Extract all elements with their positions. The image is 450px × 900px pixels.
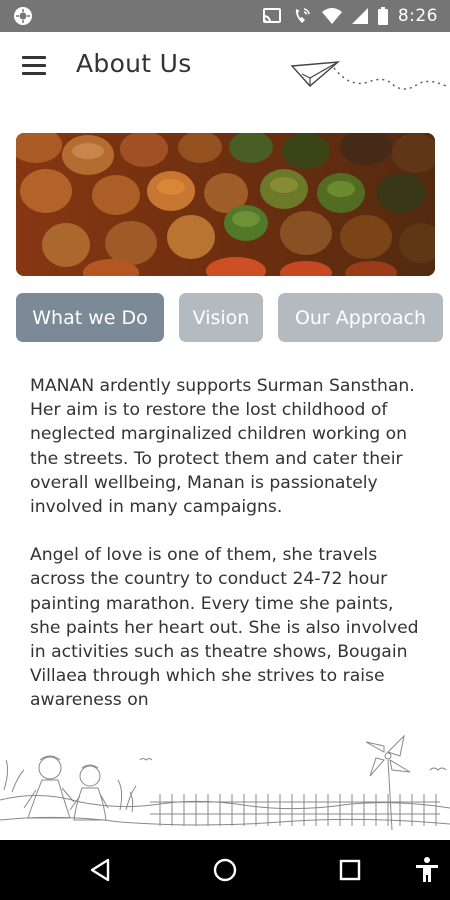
status-bar: 8:26 (0, 0, 450, 32)
content-paragraph: Angel of love is one of them, she travel… (30, 545, 419, 711)
paper-plane-icon (290, 61, 447, 90)
wifi-calling-icon (295, 8, 310, 23)
cast-icon (262, 8, 281, 23)
tab-bar: What we Do Vision Our Approach (0, 293, 450, 343)
paint-jars-image (16, 133, 435, 276)
tab-what-we-do[interactable]: What we Do (16, 293, 164, 342)
accessibility-icon[interactable] (412, 855, 442, 885)
back-icon[interactable] (86, 855, 116, 885)
settings-icon (14, 7, 32, 25)
recents-icon[interactable] (335, 855, 365, 885)
about-content: MANAN ardently supports Surman Sansthan.… (30, 374, 425, 726)
tab-vision[interactable]: Vision (179, 293, 263, 342)
signal-icon (351, 8, 368, 24)
wifi-icon (321, 8, 342, 24)
status-time: 8:26 (397, 6, 438, 26)
children-sketch-illustration (0, 734, 450, 831)
home-icon[interactable] (210, 855, 240, 885)
hamburger-menu-icon[interactable] (22, 54, 48, 78)
battery-icon (377, 7, 388, 25)
content-paragraph: MANAN ardently supports Surman Sansthan.… (30, 376, 415, 518)
tab-our-approach[interactable]: Our Approach (278, 293, 443, 342)
navigation-bar (0, 840, 450, 900)
page-title: About Us (76, 49, 192, 78)
app-bar: About Us (0, 32, 450, 102)
